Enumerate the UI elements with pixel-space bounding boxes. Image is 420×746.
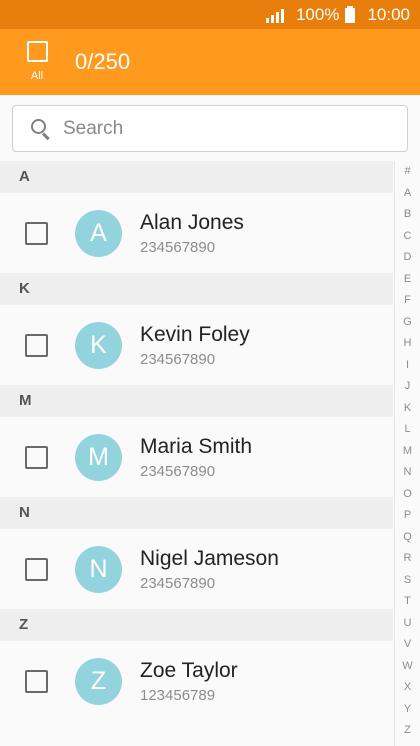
index-letter[interactable]: W bbox=[402, 656, 412, 678]
section-header-k: K bbox=[0, 273, 393, 305]
select-all-box[interactable] bbox=[26, 41, 48, 62]
contact-checkbox[interactable] bbox=[25, 558, 48, 581]
contact-row[interactable]: M Maria Smith 234567890 bbox=[0, 417, 393, 497]
index-letter[interactable]: G bbox=[403, 312, 412, 334]
index-letter[interactable]: H bbox=[404, 333, 412, 355]
battery-icon bbox=[345, 6, 356, 23]
index-letter[interactable]: P bbox=[404, 505, 411, 527]
search-icon bbox=[31, 118, 51, 139]
index-letter[interactable]: C bbox=[404, 226, 412, 248]
contact-number: 234567890 bbox=[140, 351, 216, 368]
index-letter[interactable]: M bbox=[403, 441, 412, 463]
index-letter[interactable]: Z bbox=[404, 720, 411, 742]
section-header-z: Z bbox=[0, 609, 393, 641]
index-letter[interactable]: R bbox=[404, 548, 412, 570]
contact-row[interactable]: N Nigel Jameson 234567890 bbox=[0, 529, 393, 609]
contact-name: Maria Smith bbox=[140, 435, 253, 458]
contact-name: Zoe Taylor bbox=[140, 659, 238, 682]
search-bar bbox=[12, 105, 408, 152]
index-letter[interactable]: S bbox=[404, 570, 411, 592]
index-letter[interactable]: A bbox=[404, 183, 411, 205]
index-letter[interactable]: Q bbox=[403, 527, 412, 549]
index-letter[interactable]: K bbox=[404, 398, 411, 420]
alphabet-index-bar[interactable]: # A B C D E F G H I J K L M N O P Q R S T U V W X Y Z bbox=[394, 161, 420, 746]
index-letter[interactable]: D bbox=[404, 247, 412, 269]
signal-icon bbox=[265, 7, 284, 23]
clock: 10:00 bbox=[367, 4, 410, 24]
index-letter[interactable]: V bbox=[404, 634, 411, 656]
contact-name: Kevin Foley bbox=[140, 323, 250, 346]
contact-number: 234567890 bbox=[140, 239, 216, 256]
section-header-m: M bbox=[0, 385, 393, 417]
search-input[interactable] bbox=[61, 116, 385, 141]
contact-name: Alan Jones bbox=[140, 211, 244, 234]
contact-number: 123456789 bbox=[140, 687, 216, 704]
contact-row[interactable]: K Kevin Foley 234567890 bbox=[0, 305, 393, 385]
index-letter[interactable]: X bbox=[404, 677, 411, 699]
contact-list: A A Alan Jones 234567890 K K Kevin Foley… bbox=[0, 161, 393, 721]
search-box[interactable] bbox=[12, 105, 408, 152]
battery-percentage: 100% bbox=[295, 4, 340, 24]
contact-number: 234567890 bbox=[140, 575, 216, 592]
section-header-n: N bbox=[0, 497, 393, 529]
index-letter[interactable]: U bbox=[404, 613, 412, 635]
avatar: N bbox=[75, 546, 122, 593]
selection-action-bar: All 0/250 bbox=[0, 29, 420, 95]
avatar: M bbox=[75, 434, 122, 481]
index-letter[interactable]: # bbox=[404, 161, 410, 183]
section-header-a: A bbox=[0, 161, 393, 193]
index-letter[interactable]: B bbox=[404, 204, 411, 226]
index-letter[interactable]: L bbox=[404, 419, 410, 441]
status-bar: 100% 10:00 bbox=[0, 0, 420, 29]
selection-counter: 0/250 bbox=[75, 49, 131, 74]
index-letter[interactable]: N bbox=[404, 462, 412, 484]
contact-checkbox[interactable] bbox=[25, 334, 48, 357]
avatar: K bbox=[75, 322, 122, 369]
index-letter[interactable]: E bbox=[404, 269, 411, 291]
contact-name: Nigel Jameson bbox=[140, 547, 279, 570]
contact-row[interactable]: A Alan Jones 234567890 bbox=[0, 193, 393, 273]
select-all-checkbox[interactable]: All bbox=[24, 41, 50, 82]
contact-checkbox[interactable] bbox=[25, 222, 48, 245]
avatar: Z bbox=[75, 658, 122, 705]
index-letter[interactable]: I bbox=[406, 355, 409, 377]
avatar: A bbox=[75, 210, 122, 257]
index-letter[interactable]: J bbox=[405, 376, 411, 398]
index-letter[interactable]: T bbox=[404, 591, 411, 613]
index-letter[interactable]: F bbox=[404, 290, 411, 312]
select-all-label: All bbox=[30, 70, 44, 82]
contact-checkbox[interactable] bbox=[25, 670, 48, 693]
index-letter[interactable]: Y bbox=[404, 699, 411, 721]
contact-number: 234567890 bbox=[140, 463, 216, 480]
index-letter[interactable]: O bbox=[403, 484, 412, 506]
contact-checkbox[interactable] bbox=[25, 446, 48, 469]
contact-row[interactable]: Z Zoe Taylor 123456789 bbox=[0, 641, 393, 721]
